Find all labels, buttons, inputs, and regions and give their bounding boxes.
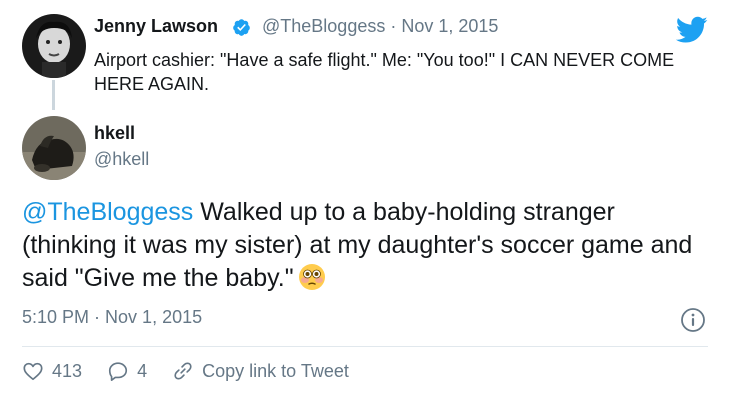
tweet-timestamp[interactable]: 5:10 PM · Nov 1, 2015	[22, 307, 202, 328]
reply-author-name[interactable]: hkell	[94, 123, 135, 144]
tweet-date[interactable]: Nov 1, 2015	[105, 307, 202, 327]
parent-avatar[interactable]	[22, 14, 86, 78]
like-count: 413	[52, 360, 83, 381]
link-icon	[174, 362, 192, 380]
info-icon[interactable]	[680, 307, 706, 333]
separator: ·	[94, 307, 101, 327]
flushed-face-emoji-icon	[298, 263, 326, 291]
parent-handle[interactable]: @TheBloggess	[262, 16, 385, 36]
copy-link-action[interactable]: Copy link to Tweet	[172, 360, 349, 382]
reply-count: 4	[137, 360, 148, 381]
like-action[interactable]: 413	[22, 360, 82, 382]
parent-meta: @TheBloggess · Nov 1, 2015	[262, 16, 498, 37]
parent-tweet-text: Airport cashier: "Have a safe flight." M…	[94, 50, 675, 94]
heart-icon	[23, 362, 43, 381]
reply-avatar[interactable]	[22, 116, 86, 180]
reply-icon	[108, 362, 128, 381]
parent-author-name[interactable]: Jenny Lawson	[94, 16, 218, 37]
twitter-bird-icon[interactable]	[675, 16, 708, 44]
separator: ·	[390, 16, 397, 36]
reply-tweet-text: @TheBloggess Walked up to a baby-holding…	[22, 196, 712, 295]
thread-connector-line	[52, 80, 55, 110]
reply-handle[interactable]: @hkell	[94, 149, 149, 170]
tweet-time[interactable]: 5:10 PM	[22, 307, 89, 327]
divider	[22, 346, 708, 347]
verified-badge-icon	[232, 18, 251, 37]
copy-link-label: Copy link to Tweet	[202, 360, 349, 381]
tweet-actions: 413 4 Copy link to Tweet	[22, 360, 369, 387]
mention-link[interactable]: @TheBloggess	[22, 198, 193, 226]
parent-date[interactable]: Nov 1, 2015	[401, 16, 498, 36]
reply-action[interactable]: 4	[107, 360, 147, 382]
